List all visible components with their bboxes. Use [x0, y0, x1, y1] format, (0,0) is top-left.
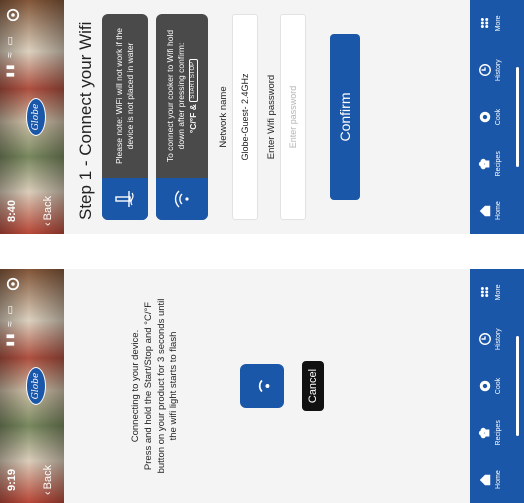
- tab-label: More: [495, 284, 502, 301]
- connecting-line-2: Press and hold the Start/Stop and °C/°F …: [142, 298, 180, 474]
- back-button[interactable]: ‹ Back: [42, 196, 54, 226]
- chevron-left-icon: ‹: [42, 222, 54, 226]
- dots-icon: [480, 287, 489, 298]
- tab-label: History: [495, 328, 502, 351]
- back-label: Back: [42, 464, 54, 490]
- back-button[interactable]: ‹ Back: [42, 465, 54, 495]
- tab-recipes[interactable]: Recipes: [478, 413, 502, 453]
- home-indicator: [516, 67, 519, 167]
- bottom-tab-bar: Home Recipes Cook History More: [470, 0, 524, 234]
- tab-label: Home: [495, 470, 502, 489]
- status-icons: ▮▮ ≈ ▭: [5, 34, 16, 78]
- tab-label: Recipes: [495, 151, 502, 177]
- network-name-field[interactable]: Globe-Guest- 2.4GHz: [232, 14, 258, 220]
- chef-hat-icon: [478, 427, 490, 439]
- tab-cook[interactable]: Cook: [478, 97, 502, 137]
- home-icon: [479, 205, 491, 216]
- clock-icon: [479, 333, 491, 346]
- hold-instruction-text: To connect your cooker to Wifi hold down…: [165, 14, 198, 178]
- home-indicator: [516, 336, 519, 436]
- status-time: 8:40: [6, 199, 18, 222]
- hold-instruction-prefix: To connect your cooker to Wifi hold down…: [165, 29, 187, 163]
- connecting-line-1: Connecting to your device.: [130, 329, 141, 443]
- connecting-screen: 9:19 ▮▮ ≈ ▭ Globe ‹ Back Connecting to y…: [0, 269, 524, 503]
- dots-icon: [480, 18, 489, 29]
- tab-home[interactable]: Home: [478, 460, 502, 500]
- tab-home[interactable]: Home: [478, 191, 502, 231]
- settings-icon[interactable]: [6, 277, 20, 291]
- settings-icon[interactable]: [6, 8, 20, 22]
- connecting-message: Connecting to your device. Press and hol…: [130, 291, 181, 481]
- wifi-icon: [156, 178, 208, 220]
- status-time: 9:19: [6, 468, 18, 491]
- tab-more[interactable]: More: [478, 272, 502, 312]
- back-label: Back: [42, 195, 54, 221]
- logo-text: Globe: [31, 103, 41, 131]
- chevron-left-icon: ‹: [42, 491, 54, 495]
- clock-icon: [479, 64, 491, 77]
- tab-label: Cook: [495, 377, 502, 395]
- brand-logo: Globe: [26, 98, 46, 136]
- water-device-icon: [102, 178, 148, 220]
- wifi-connecting-icon: [240, 364, 284, 408]
- bottom-tab-bar: Home Recipes Cook History More: [470, 269, 524, 503]
- home-icon: [479, 474, 491, 485]
- password-field[interactable]: [280, 14, 306, 220]
- logo-text: Globe: [31, 372, 41, 400]
- water-notice-text: Please note: WiFi will not work if the d…: [113, 27, 135, 165]
- chef-hat-icon: [478, 158, 490, 170]
- network-name-label: Network name: [218, 86, 229, 148]
- status-icons: ▮▮ ≈ ▭: [5, 303, 16, 347]
- tab-cook[interactable]: Cook: [478, 366, 502, 406]
- water-notice-card: Please note: WiFi will not work if the d…: [102, 14, 148, 220]
- network-name-value: Globe-Guest- 2.4GHz: [240, 73, 250, 161]
- hold-instruction-keys: °C/°F &: [187, 104, 198, 134]
- tab-label: More: [495, 15, 502, 32]
- tab-label: Recipes: [495, 420, 502, 446]
- pot-icon: [479, 380, 491, 392]
- password-label: Enter Wifi password: [266, 74, 277, 160]
- hold-instruction-card: To connect your cooker to Wifi hold down…: [156, 14, 208, 220]
- tab-history[interactable]: History: [478, 319, 502, 359]
- tab-recipes[interactable]: Recipes: [478, 144, 502, 184]
- tab-label: History: [495, 59, 502, 82]
- tab-label: Home: [495, 201, 502, 220]
- tab-label: Cook: [495, 108, 502, 126]
- confirm-button[interactable]: Confirm: [330, 34, 360, 200]
- cancel-button[interactable]: Cancel: [302, 361, 324, 411]
- tab-more[interactable]: More: [478, 3, 502, 43]
- connect-wifi-screen: 8:40 ▮▮ ≈ ▭ Globe ‹ Back Step 1 - Connec…: [0, 0, 524, 234]
- start-stop-key-badge: START STOP: [188, 58, 198, 102]
- password-input[interactable]: [287, 15, 299, 219]
- brand-logo: Globe: [26, 367, 46, 405]
- page-title: Step 1 - Connect your Wifi: [76, 21, 95, 220]
- pot-icon: [479, 111, 491, 123]
- tab-history[interactable]: History: [478, 50, 502, 90]
